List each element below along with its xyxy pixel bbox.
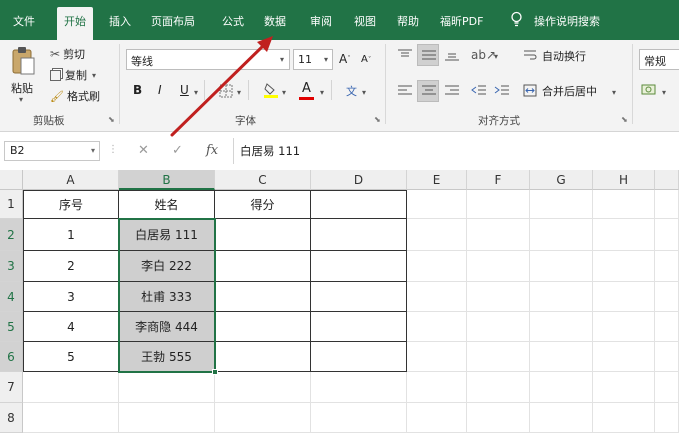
excel-window: 文件 开始 插入 页面布局 公式 数据 审阅 视图 帮助 福昕PDF 操作说明搜… bbox=[0, 0, 679, 433]
annotation-arrow bbox=[170, 36, 273, 137]
